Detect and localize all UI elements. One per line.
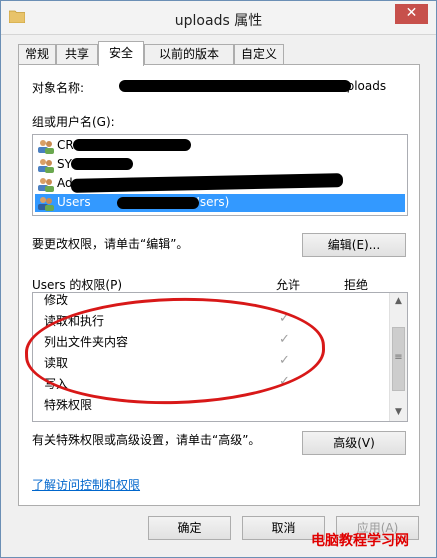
user-group-icon [38,197,54,211]
scroll-up-icon[interactable]: ▲ [390,293,407,310]
permissions-for-label: Users 的权限(P) [32,278,123,292]
redaction-user-1 [73,139,191,151]
user-name: SY [57,157,72,171]
advanced-button[interactable]: 高级(V) [302,431,406,455]
window-title: uploads 属性 [174,13,263,29]
tab-security[interactable]: 安全 [98,41,144,66]
tab-general[interactable]: 常规 [18,44,56,65]
redaction-user-4 [117,197,199,209]
user-item-selected[interactable]: Users \Users) [35,194,405,212]
object-name-label: 对象名称: [32,81,85,95]
learn-access-control-link[interactable]: 了解访问控制和权限 [32,476,140,493]
group-users-label: 组或用户名(G): [32,115,115,129]
security-panel: 对象名称: uploads 组或用户名(G): CR SY Ad Users \… [18,64,420,506]
user-group-icon [38,159,54,173]
permissions-scrollbar[interactable]: ▲ ≡ ▼ [389,293,407,421]
user-name: Users [57,195,91,209]
user-name: CR [57,138,74,152]
redaction-object-path [119,80,351,92]
tab-customize[interactable]: 自定义 [234,44,284,65]
permissions-header: Users 的权限(P) 允许 拒绝 [32,276,408,292]
edit-button[interactable]: 编辑(E)... [302,233,406,257]
allow-column-header: 允许 [276,278,301,292]
user-list[interactable]: CR SY Ad Users \Users) [32,134,408,216]
object-name-value: uploads [339,79,387,93]
title-bar: uploads 属性 ✕ [1,1,436,35]
close-button[interactable]: ✕ [395,4,428,24]
change-permissions-hint: 要更改权限，请单击“编辑”。 [32,237,189,251]
user-group-icon [38,178,54,192]
tab-sharing[interactable]: 共享 [56,44,98,65]
site-watermark: 电脑教程学习网 [311,533,409,549]
permission-name: 修改 [44,293,69,307]
properties-dialog: uploads 属性 ✕ 常规 共享 安全 以前的版本 自定义 对象名称: up… [0,0,437,558]
ok-button[interactable]: 确定 [148,516,231,540]
user-group-icon [38,140,54,154]
permission-name: 特殊权限 [44,398,93,412]
deny-column-header: 拒绝 [344,278,369,292]
advanced-hint: 有关特殊权限或高级设置，请单击“高级”。 [32,433,261,447]
tab-previous-versions[interactable]: 以前的版本 [144,44,234,65]
scroll-thumb[interactable]: ≡ [392,327,405,391]
scroll-down-icon[interactable]: ▼ [390,404,407,421]
redaction-user-2 [71,158,133,170]
